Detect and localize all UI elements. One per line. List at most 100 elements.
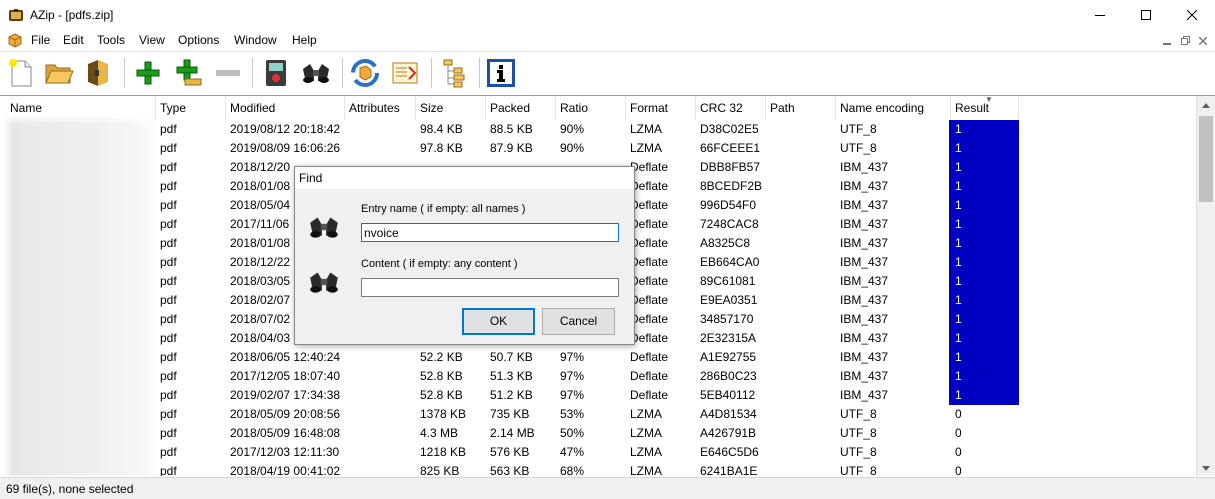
cell-size: 4.3 MB [420,426,459,440]
cell-type: pdf [160,255,177,269]
column-type[interactable]: Type [156,96,226,120]
cell-result: 1 [949,329,1019,348]
cell-result: 1 [949,272,1019,291]
cell-result: 1 [949,158,1019,177]
cell-result: 1 [949,139,1019,158]
status-bar: 69 file(s), none selected [0,477,1215,499]
cell-result: 1 [949,120,1019,139]
column-ratio[interactable]: Ratio [556,96,626,120]
column-packed[interactable]: Packed [486,96,556,120]
window-title: AZip - [pdfs.zip] [30,8,114,22]
column-path[interactable]: Path [766,96,836,120]
column-name-encoding[interactable]: Name encoding [836,96,951,120]
table-row[interactable]: pdf 2018/05/09 20:08:56 1378 KB 735 KB 53% LZ… [0,405,1196,424]
cell-size: 52.8 KB [420,369,463,383]
toolbar-separator [342,58,343,88]
recompress-icon[interactable] [389,57,421,89]
menu-options[interactable]: Options [178,33,219,47]
menu-help[interactable]: Help [292,33,317,47]
cell-packed: 576 KB [490,445,530,459]
toolbar-separator [124,58,125,88]
scroll-down-arrow-icon[interactable] [1197,459,1215,476]
cell-size: 52.2 KB [420,350,463,364]
cancel-button[interactable]: Cancel [542,308,615,335]
cell-size: 97.8 KB [420,141,463,155]
table-row[interactable]: pdf 2017/12/03 12:11:30 1218 KB 576 KB 47% LZ… [0,443,1196,462]
table-row[interactable]: pdf 2019/08/12 20:18:42 98.4 KB 88.5 KB 90% L… [0,120,1196,139]
cell-name-encoding: IBM_437 [840,388,889,402]
content-input[interactable] [361,278,619,297]
cell-modified: 2017/12/05 18:07:40 [230,369,341,383]
status-text: 69 file(s), none selected [6,482,134,496]
table-row[interactable]: pdf 2018/06/05 12:40:24 52.2 KB 50.7 KB 97% D… [0,348,1196,367]
maximize-button[interactable] [1123,0,1169,30]
cell-format: Deflate [630,369,669,383]
table-row[interactable]: pdf 2019/08/09 16:06:26 97.8 KB 87.9 KB 90% L… [0,139,1196,158]
cell-packed: 51.2 KB [490,388,533,402]
cell-result: 1 [949,291,1019,310]
add-folder-icon[interactable] [173,57,205,89]
menu-edit[interactable]: Edit [63,33,84,47]
cell-type: pdf [160,236,177,250]
cell-format: LZMA [630,407,663,421]
find-dialog: Find Entry name ( if empty: all names ) … [294,166,635,345]
close-button[interactable] [1169,0,1215,30]
menu-view[interactable]: View [139,33,165,47]
cell-modified: 2019/08/12 20:18:42 [230,122,341,136]
column-crc32[interactable]: CRC 32 [696,96,766,120]
test-archive-icon[interactable] [260,57,292,89]
column-attributes[interactable]: Attributes [345,96,416,120]
table-row[interactable]: pdf 2019/02/07 17:34:38 52.8 KB 51.2 KB 97% D… [0,386,1196,405]
scroll-up-arrow-icon[interactable] [1197,96,1215,114]
cell-name-encoding: IBM_437 [840,350,889,364]
dialog-title-bar[interactable]: Find [295,167,634,189]
cell-format: Deflate [630,179,669,193]
cell-packed: 87.9 KB [490,141,533,155]
info-icon[interactable] [485,57,517,89]
cell-crc32: 5EB40112 [700,388,756,402]
cell-modified: 2018/05/09 16:48:08 [230,426,341,440]
cell-type: pdf [160,388,177,402]
add-files-icon[interactable] [132,57,164,89]
cell-ratio: 97% [560,350,585,364]
cell-format: LZMA [630,426,663,440]
cell-type: pdf [160,331,177,345]
vertical-scrollbar[interactable] [1196,96,1215,476]
ok-button[interactable]: OK [462,308,535,335]
cell-result: 1 [949,348,1019,367]
cell-format: Deflate [630,217,669,231]
update-archive-icon[interactable] [349,57,381,89]
mdi-close-button[interactable] [1196,34,1210,47]
mdi-restore-button[interactable] [1178,34,1192,47]
close-archive-icon[interactable] [82,57,114,89]
cell-name-encoding: IBM_437 [840,331,889,345]
table-row[interactable]: pdf 2018/05/09 16:48:08 4.3 MB 2.14 MB 50% LZ… [0,424,1196,443]
column-size[interactable]: Size [416,96,486,120]
tree-view-icon[interactable] [440,57,472,89]
column-format[interactable]: Format [626,96,696,120]
mdi-minimize-button[interactable] [1160,34,1174,47]
cell-name-encoding: IBM_437 [840,179,889,193]
cell-name-encoding: UTF_8 [840,141,877,155]
cell-type: pdf [160,350,177,364]
binoculars-icon [307,269,341,295]
menu-tools[interactable]: Tools [97,33,125,47]
minimize-button[interactable] [1077,0,1123,30]
new-archive-icon[interactable] [5,57,37,89]
column-name[interactable]: Name [6,96,156,120]
cell-format: Deflate [630,198,669,212]
find-binoculars-icon[interactable] [300,57,332,89]
column-modified[interactable]: Modified [226,96,345,120]
open-folder-icon[interactable] [43,57,75,89]
cell-type: pdf [160,274,177,288]
cell-ratio: 97% [560,388,585,402]
table-row[interactable]: pdf 2017/12/05 18:07:40 52.8 KB 51.3 KB 97% D… [0,367,1196,386]
menu-file[interactable]: File [31,33,50,47]
delete-entries-icon[interactable] [212,57,244,89]
entry-name-input[interactable] [361,223,619,242]
cell-type: pdf [160,407,177,421]
scroll-thumb[interactable] [1199,116,1213,202]
table-row[interactable]: pdf 2018/04/19 00:41:02 825 KB 563 KB 68% LZM… [0,462,1196,476]
package-icon[interactable] [7,32,23,48]
menu-window[interactable]: Window [234,33,277,47]
